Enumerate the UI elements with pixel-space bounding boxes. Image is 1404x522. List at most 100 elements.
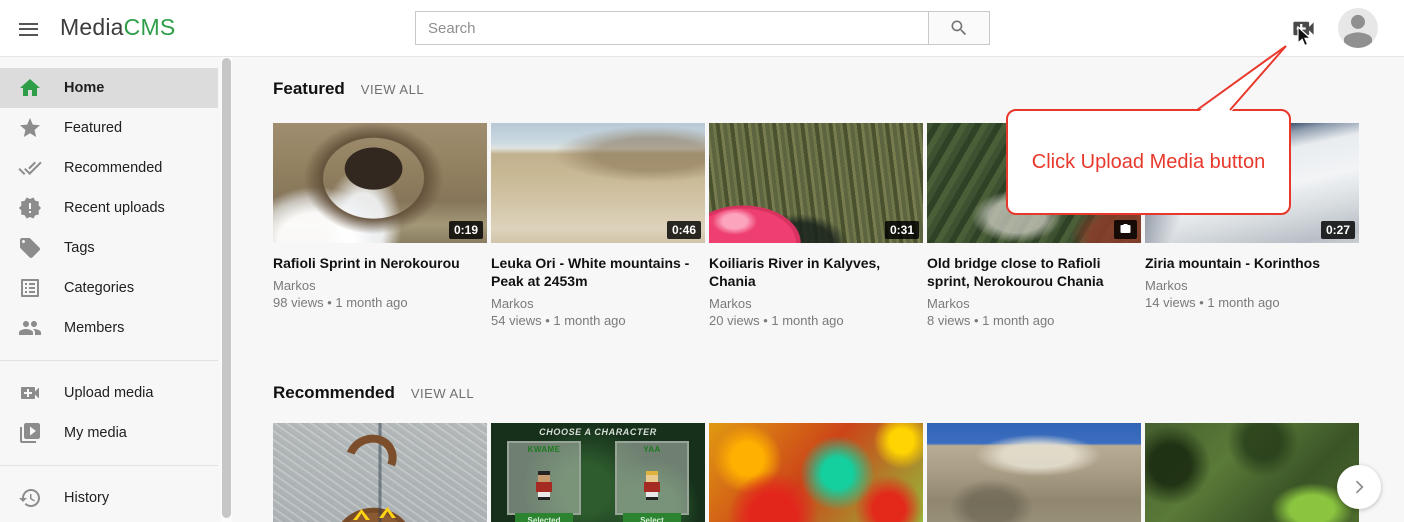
sidebar-divider bbox=[0, 465, 218, 466]
new-releases-icon bbox=[18, 196, 42, 220]
sidebar-item-label: Members bbox=[64, 320, 124, 336]
mediacms-page: MediaCMS Home Featured Recommended bbox=[0, 0, 1404, 522]
sidebar-item-label: Home bbox=[64, 80, 104, 96]
video-thumbnail[interactable]: 0:46 bbox=[491, 123, 705, 243]
sidebar-item-label: Tags bbox=[64, 240, 95, 256]
video-library-icon bbox=[18, 421, 42, 445]
video-meta: 14 views • 1 month ago bbox=[1145, 294, 1359, 311]
annotation-callout: Click Upload Media button bbox=[1006, 109, 1291, 215]
video-title[interactable]: Koiliaris River in Kalyves, Chania bbox=[709, 254, 923, 290]
tag-icon bbox=[18, 236, 42, 260]
recommended-view-all-link[interactable]: VIEW ALL bbox=[411, 386, 474, 401]
chevron-right-icon bbox=[1349, 477, 1369, 497]
search-bar bbox=[415, 11, 990, 45]
search-input[interactable] bbox=[415, 11, 929, 45]
pumpkin-eye-shape bbox=[379, 507, 396, 518]
carousel-next-button[interactable] bbox=[1337, 465, 1381, 509]
sidebar-item-label: Featured bbox=[64, 120, 122, 136]
sidebar-item-label: Categories bbox=[64, 280, 134, 296]
star-icon bbox=[18, 116, 42, 140]
sidebar-item-featured[interactable]: Featured bbox=[0, 108, 218, 148]
thumb-game-button: Select bbox=[623, 513, 681, 522]
section-title-recommended: Recommended bbox=[273, 383, 395, 403]
video-call-icon bbox=[18, 381, 42, 405]
history-clock-icon bbox=[18, 486, 42, 510]
video-thumbnail[interactable] bbox=[709, 423, 923, 522]
video-thumbnail[interactable]: 0:19 bbox=[273, 123, 487, 243]
app-logo[interactable]: MediaCMS bbox=[60, 14, 175, 41]
video-title[interactable]: Ziria mountain - Korinthos bbox=[1145, 254, 1359, 272]
sidebar-item-label: Recommended bbox=[64, 160, 162, 176]
double-check-icon bbox=[18, 156, 42, 180]
hamburger-menu-button[interactable] bbox=[12, 13, 44, 45]
top-bar: MediaCMS bbox=[0, 0, 1404, 57]
thumb-game-name: KWAME bbox=[509, 445, 579, 454]
recommended-section: Recommended VIEW ALL CHOOSE A CHARACTER bbox=[273, 383, 1404, 522]
video-meta: 20 views • 1 month ago bbox=[709, 312, 923, 329]
pumpkin-hook-shape bbox=[337, 426, 404, 491]
video-meta: 8 views • 1 month ago bbox=[927, 312, 1141, 329]
photo-camera-icon bbox=[1119, 223, 1132, 235]
sidebar-item-label: Recent uploads bbox=[64, 200, 165, 216]
video-thumbnail[interactable] bbox=[273, 423, 487, 522]
thumb-game-character bbox=[535, 471, 553, 500]
video-author[interactable]: Markos bbox=[273, 277, 487, 294]
sidebar-item-recommended[interactable]: Recommended bbox=[0, 148, 218, 188]
duration-badge: 0:27 bbox=[1321, 221, 1355, 239]
thumb-game-character bbox=[643, 471, 661, 500]
sidebar-item-label: My media bbox=[64, 425, 127, 441]
upload-media-button[interactable] bbox=[1288, 15, 1318, 43]
annotation-text: Click Upload Media button bbox=[1032, 151, 1265, 174]
video-card[interactable] bbox=[927, 423, 1141, 522]
sidebar-item-categories[interactable]: Categories bbox=[0, 268, 218, 308]
duration-badge: 0:46 bbox=[667, 221, 701, 239]
scrollbar-thumb[interactable] bbox=[222, 58, 231, 518]
video-card[interactable] bbox=[1145, 423, 1359, 522]
hamburger-icon bbox=[19, 23, 38, 25]
thumb-game-panel-right: YAA bbox=[615, 441, 689, 515]
video-thumbnail[interactable]: CHOOSE A CHARACTER KWAME YAA Selected Se… bbox=[491, 423, 705, 522]
thumb-game-title: CHOOSE A CHARACTER bbox=[491, 427, 705, 437]
video-author[interactable]: Markos bbox=[709, 295, 923, 312]
video-card[interactable]: 0:46 Leuka Ori - White mountains - Peak … bbox=[491, 123, 705, 329]
sidebar-item-recent-uploads[interactable]: Recent uploads bbox=[0, 188, 218, 228]
sidebar-item-upload-media[interactable]: Upload media bbox=[0, 373, 218, 413]
sidebar-scrollbar[interactable] bbox=[221, 56, 232, 522]
upload-media-icon bbox=[1290, 15, 1317, 42]
video-meta: 54 views • 1 month ago bbox=[491, 312, 705, 329]
sidebar-item-my-media[interactable]: My media bbox=[0, 413, 218, 453]
video-card[interactable]: 0:31 Koiliaris River in Kalyves, Chania … bbox=[709, 123, 923, 329]
video-meta: 98 views • 1 month ago bbox=[273, 294, 487, 311]
video-card[interactable]: CHOOSE A CHARACTER KWAME YAA Selected Se… bbox=[491, 423, 705, 522]
people-icon bbox=[18, 316, 42, 340]
user-avatar-button[interactable] bbox=[1338, 8, 1378, 48]
sidebar-item-members[interactable]: Members bbox=[0, 308, 218, 348]
logo-cms: CMS bbox=[124, 14, 176, 40]
section-title-featured: Featured bbox=[273, 79, 345, 99]
video-author[interactable]: Markos bbox=[927, 295, 1141, 312]
search-button[interactable] bbox=[928, 11, 990, 45]
duration-badge: 0:19 bbox=[449, 221, 483, 239]
video-card[interactable] bbox=[709, 423, 923, 522]
video-title[interactable]: Leuka Ori - White mountains - Peak at 24… bbox=[491, 254, 705, 290]
pumpkin-eye-shape bbox=[353, 509, 370, 520]
video-thumbnail[interactable]: 0:31 bbox=[709, 123, 923, 243]
search-icon bbox=[949, 18, 969, 38]
video-author[interactable]: Markos bbox=[491, 295, 705, 312]
video-author[interactable]: Markos bbox=[1145, 277, 1359, 294]
featured-view-all-link[interactable]: VIEW ALL bbox=[361, 82, 424, 97]
sidebar-item-label: Upload media bbox=[64, 385, 153, 401]
duration-badge: 0:31 bbox=[885, 221, 919, 239]
video-card[interactable]: 0:19 Rafioli Sprint in Nerokourou Markos… bbox=[273, 123, 487, 329]
sidebar-item-history[interactable]: History bbox=[0, 478, 218, 518]
video-title[interactable]: Rafioli Sprint in Nerokourou bbox=[273, 254, 487, 272]
video-thumbnail[interactable] bbox=[1145, 423, 1359, 522]
video-card[interactable] bbox=[273, 423, 487, 522]
recommended-video-row: CHOOSE A CHARACTER KWAME YAA Selected Se… bbox=[273, 423, 1404, 522]
thumb-game-name: YAA bbox=[617, 445, 687, 454]
video-thumbnail[interactable] bbox=[927, 423, 1141, 522]
sidebar-item-tags[interactable]: Tags bbox=[0, 228, 218, 268]
sidebar-item-home[interactable]: Home bbox=[0, 68, 218, 108]
video-title[interactable]: Old bridge close to Rafioli sprint, Nero… bbox=[927, 254, 1141, 290]
sidebar-divider bbox=[0, 360, 218, 361]
